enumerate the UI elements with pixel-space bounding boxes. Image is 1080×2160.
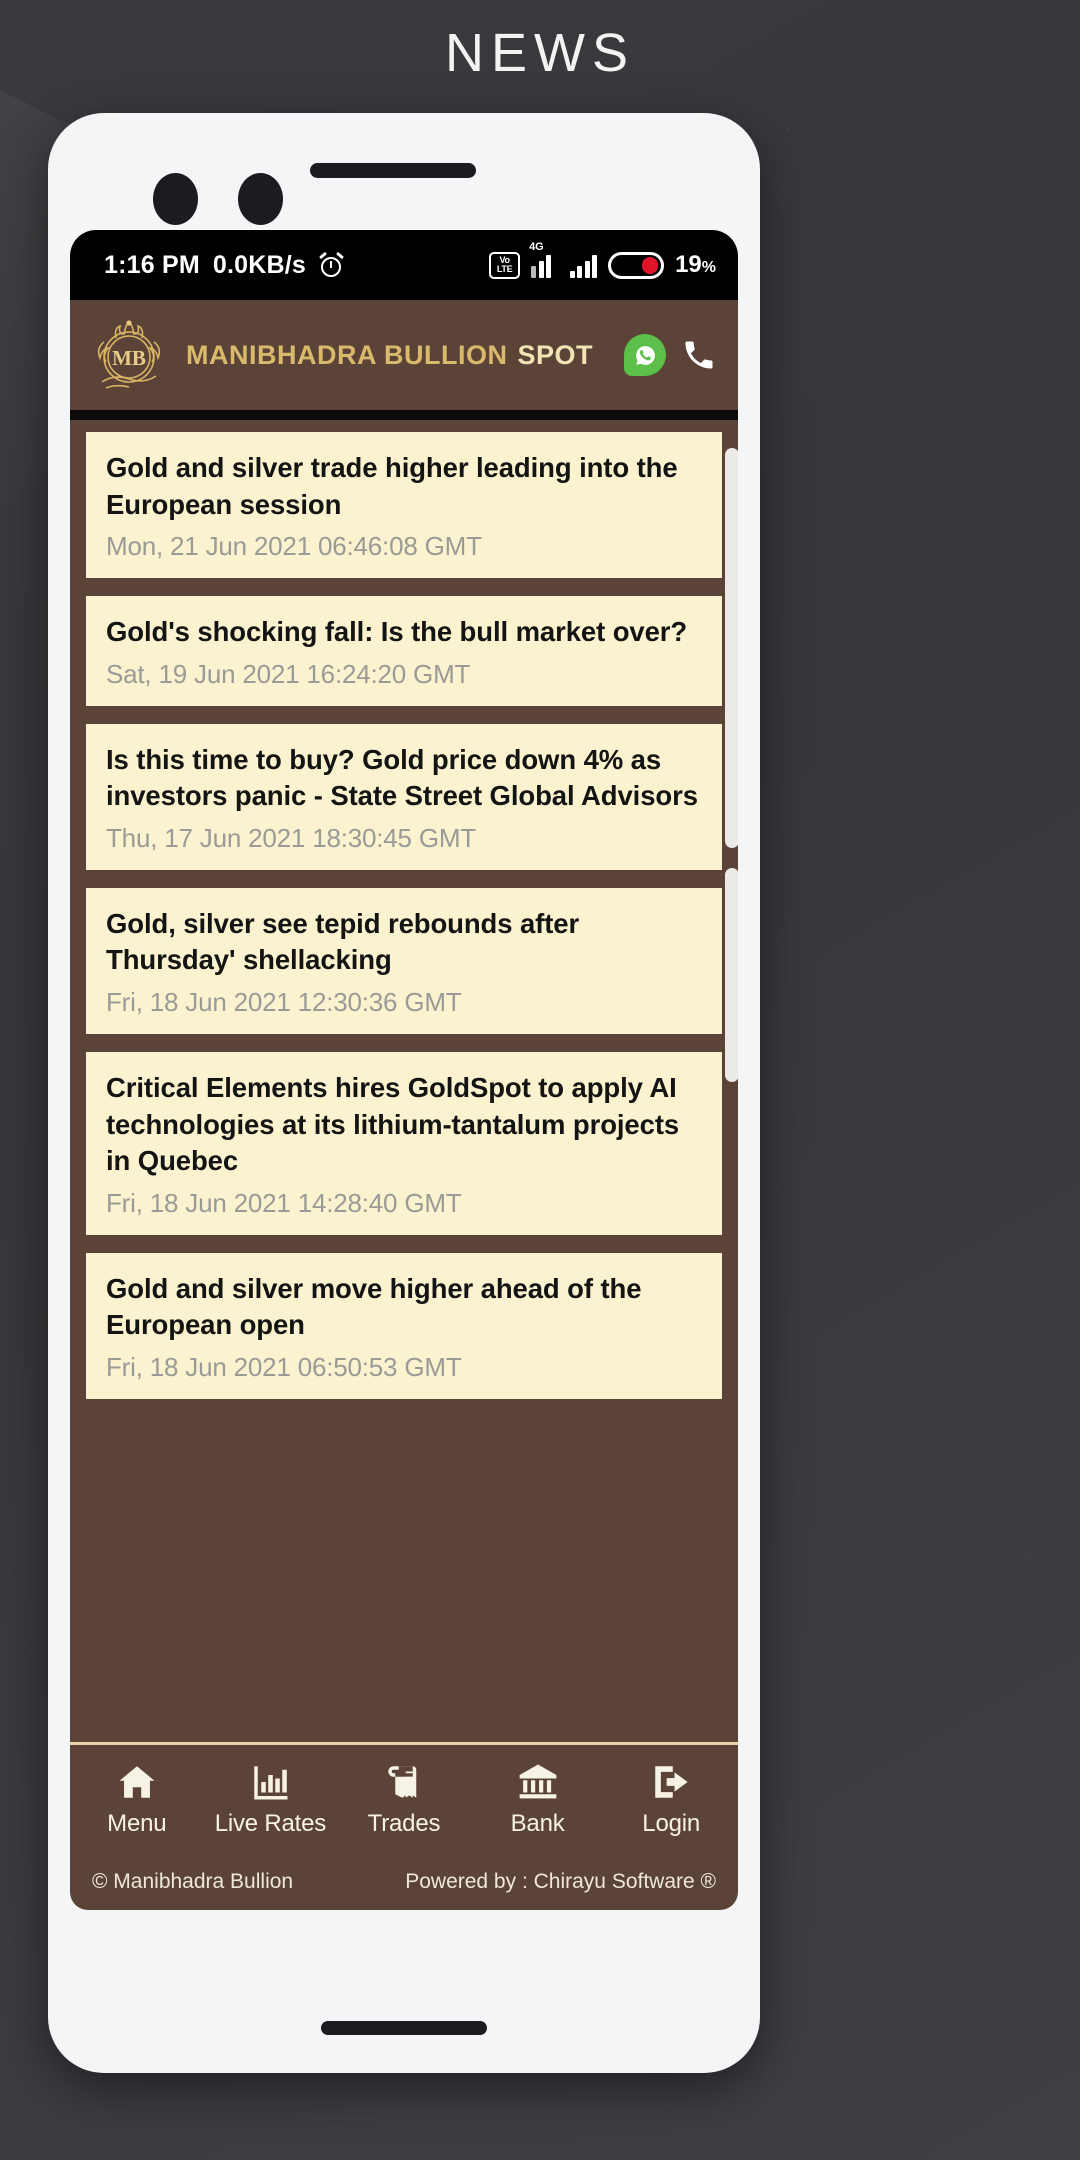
poster-background: NEWS 1:16 PM 0.0KB/s Vo LTE 4G 19% MB MA… (0, 0, 1080, 2160)
front-camera-lens (153, 173, 198, 225)
alarm-clock-icon (318, 251, 345, 278)
logo-monogram: MB (112, 346, 146, 370)
news-title: Gold's shocking fall: Is the bull market… (106, 616, 688, 648)
status-bar: 1:16 PM 0.0KB/s Vo LTE 4G 19% (70, 230, 738, 300)
scrollbar-thumb-secondary[interactable] (725, 868, 738, 1082)
bar-chart-icon (249, 1761, 291, 1803)
nav-item-login[interactable]: Login (604, 1761, 738, 1838)
status-bar-right: Vo LTE 4G 19% (489, 241, 716, 279)
nav-item-bank[interactable]: Bank (471, 1761, 605, 1838)
whatsapp-icon[interactable] (624, 334, 666, 376)
network-type-label: 4G (529, 240, 544, 253)
brand-name-secondary: SPOT (517, 339, 593, 370)
news-date: Fri, 18 Jun 2021 12:30:36 GMT (106, 986, 462, 1017)
news-date: Thu, 17 Jun 2021 18:30:45 GMT (106, 822, 476, 853)
brand-title: MANIBHADRA BULLION SPOT (186, 340, 612, 371)
footer-powered-by: Powered by : Chirayu Software ® (405, 1870, 716, 1893)
book-icon (383, 1761, 425, 1803)
news-date: Sat, 19 Jun 2021 16:24:20 GMT (106, 658, 471, 689)
battery-percent-label: 19% (675, 251, 716, 278)
home-indicator (321, 2021, 487, 2035)
brand-logo: MB (84, 312, 174, 398)
logout-arrow-icon (650, 1761, 692, 1803)
phone-device-frame: 1:16 PM 0.0KB/s Vo LTE 4G 19% MB MANIBHA… (48, 113, 760, 2073)
news-card[interactable]: Gold's shocking fall: Is the bull market… (86, 596, 722, 706)
phone-icon[interactable] (678, 334, 720, 376)
home-icon (116, 1761, 158, 1803)
signal-strength-sim2-icon (569, 253, 598, 278)
bottom-navigation: Menu Live Rates Trades Bank Login (70, 1742, 738, 1854)
news-card[interactable]: Gold and silver move higher ahead of the… (86, 1252, 722, 1399)
battery-icon (608, 251, 665, 279)
news-title: Gold and silver trade higher leading int… (106, 452, 678, 520)
nav-label: Live Rates (214, 1810, 327, 1837)
news-date: Fri, 18 Jun 2021 14:28:40 GMT (106, 1187, 462, 1218)
news-card[interactable]: Critical Elements hires GoldSpot to appl… (86, 1051, 722, 1235)
news-card[interactable]: Gold, silver see tepid rebounds after Th… (86, 887, 722, 1034)
front-sensor-lens (238, 173, 283, 225)
app-header: MB MANIBHADRA BULLION SPOT (70, 300, 738, 410)
news-card[interactable]: Gold and silver trade higher leading int… (86, 432, 722, 579)
nav-label: Login (642, 1810, 701, 1837)
nav-item-menu[interactable]: Menu (70, 1761, 204, 1838)
nav-label: Bank (510, 1810, 565, 1837)
news-title: Critical Elements hires GoldSpot to appl… (106, 1071, 680, 1177)
volte-line-2: LTE (496, 264, 513, 274)
scrollbar-thumb[interactable] (725, 448, 738, 848)
nav-item-live-rates[interactable]: Live Rates (204, 1761, 338, 1838)
footer-bar: © Manibhadra Bullion Powered by : Chiray… (70, 1854, 738, 1910)
nav-label: Trades (367, 1810, 441, 1837)
bank-icon (517, 1761, 559, 1803)
header-divider (70, 410, 738, 420)
news-title: Gold and silver move higher ahead of the… (106, 1272, 642, 1341)
news-date: Fri, 18 Jun 2021 06:50:53 GMT (106, 1351, 462, 1382)
news-date: Mon, 21 Jun 2021 06:46:08 GMT (106, 531, 482, 562)
nav-item-trades[interactable]: Trades (337, 1761, 471, 1838)
footer-copyright: © Manibhadra Bullion (92, 1870, 294, 1893)
news-title: Is this time to buy? Gold price down 4% … (106, 743, 698, 812)
signal-strength-sim1-icon: 4G (529, 241, 559, 278)
news-card[interactable]: Is this time to buy? Gold price down 4% … (86, 723, 722, 870)
network-speed: 0.0KB/s (212, 250, 307, 279)
page-title: NEWS (445, 23, 635, 83)
earpiece-speaker (310, 163, 476, 178)
status-time: 1:16 PM (104, 250, 200, 279)
status-bar-left: 1:16 PM 0.0KB/s (104, 250, 345, 280)
brand-name-primary: MANIBHADRA BULLION (186, 339, 508, 370)
news-title: Gold, silver see tepid rebounds after Th… (106, 907, 580, 976)
volte-icon: Vo LTE (489, 251, 521, 279)
nav-label: Menu (107, 1810, 167, 1837)
news-list[interactable]: Gold and silver trade higher leading int… (70, 420, 738, 1742)
phone-screen: 1:16 PM 0.0KB/s Vo LTE 4G 19% MB MANIBHA… (70, 230, 738, 1910)
